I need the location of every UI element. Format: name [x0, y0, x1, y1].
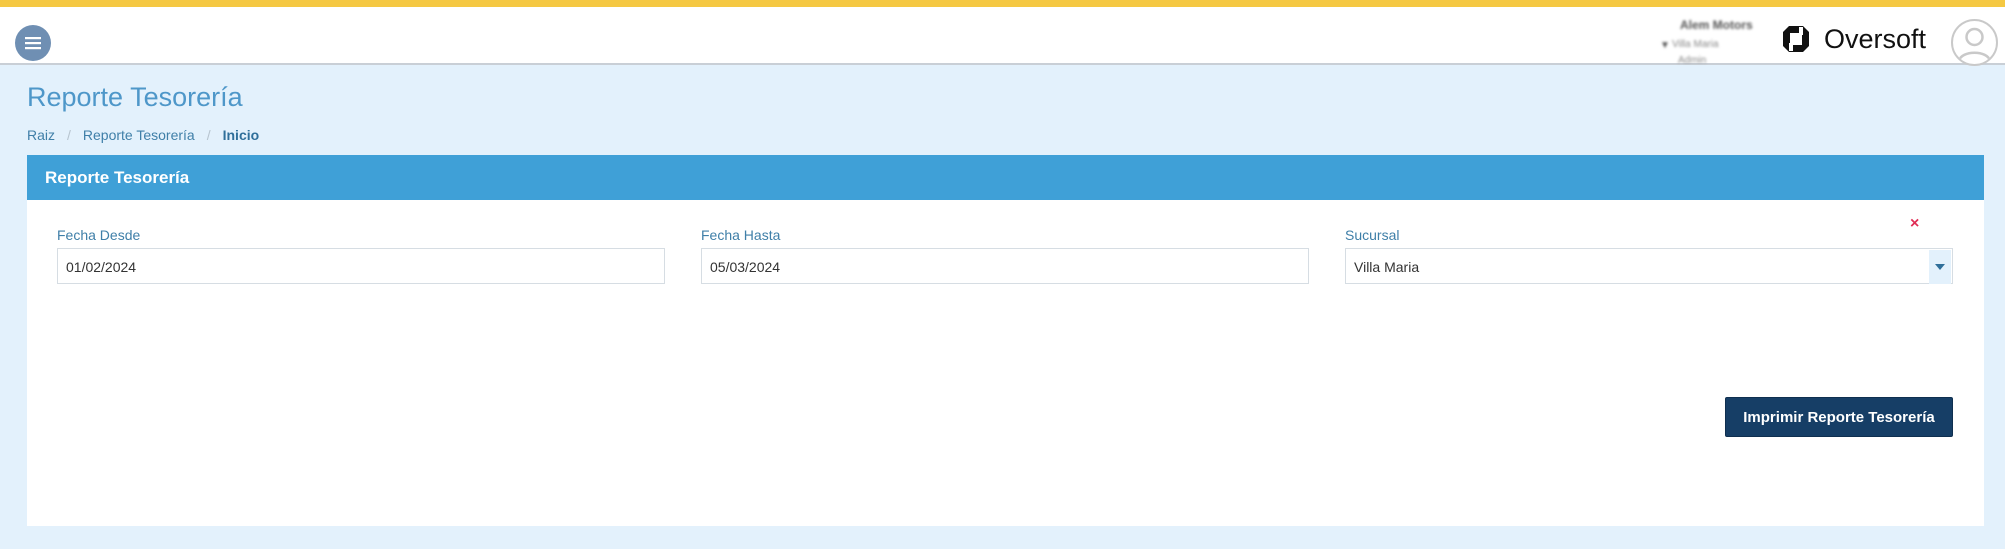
company-location: Villa Maria — [1672, 39, 1719, 50]
caret-down-icon — [1935, 264, 1945, 270]
brand-name: Oversoft — [1824, 23, 1927, 54]
hamburger-menu-button[interactable] — [15, 25, 51, 61]
company-name: Alem Motors — [1680, 18, 1753, 32]
company-selector[interactable]: Alem Motors ▼ Villa Maria Admin — [1660, 15, 1775, 66]
brand: Oversoft — [1780, 21, 1926, 57]
dropdown-arrow-button[interactable] — [1929, 250, 1951, 284]
breadcrumb-separator: / — [67, 127, 71, 143]
print-report-button[interactable]: Imprimir Reporte Tesorería — [1725, 397, 1953, 437]
chevron-down-icon: ▼ — [1660, 40, 1670, 51]
top-accent-bar — [0, 0, 2005, 7]
breadcrumb: Raiz / Reporte Tesorería / Inicio — [27, 127, 259, 143]
panel-header: Reporte Tesorería — [27, 155, 1984, 200]
sucursal-select[interactable]: Villa Maria — [1345, 248, 1953, 284]
sucursal-label: Sucursal — [1345, 227, 1400, 243]
hamburger-icon — [25, 37, 41, 50]
user-avatar-icon — [1957, 27, 1992, 62]
fecha-hasta-label: Fecha Hasta — [701, 227, 781, 243]
fecha-desde-label: Fecha Desde — [57, 227, 141, 243]
fecha-desde-input[interactable]: 01/02/2024 — [57, 248, 665, 284]
breadcrumb-item-inicio: Inicio — [222, 127, 260, 143]
clear-sucursal-icon[interactable]: × — [1910, 215, 1919, 233]
company-user: Admin — [1678, 55, 1707, 66]
breadcrumb-item-reporte-tesoreria[interactable]: Reporte Tesorería — [83, 127, 195, 143]
sucursal-selected-value: Villa Maria — [1354, 259, 1420, 275]
fecha-hasta-input[interactable]: 05/03/2024 — [701, 248, 1309, 284]
user-avatar[interactable] — [1951, 19, 1998, 66]
breadcrumb-item-raiz[interactable]: Raiz — [27, 127, 55, 143]
page-title: Reporte Tesorería — [27, 82, 243, 112]
navbar: Alem Motors ▼ Villa Maria Admin Oversoft — [0, 7, 2005, 66]
oversoft-logo-icon — [1783, 26, 1809, 52]
report-panel: Reporte Tesorería Fecha Desde 01/02/2024… — [27, 155, 1984, 526]
breadcrumb-separator: / — [206, 127, 211, 143]
